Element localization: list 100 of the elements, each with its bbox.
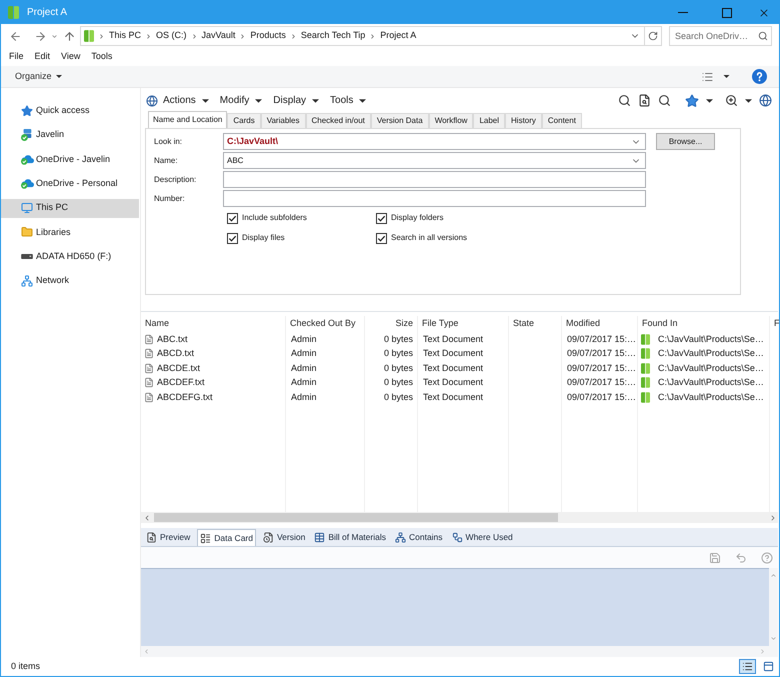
caret-icon [745,98,752,102]
breadcrumb[interactable]: JavVault [202,29,236,43]
breadcrumb[interactable]: This PC [109,29,142,43]
sidebar-item[interactable]: Network [1,272,139,291]
column-header[interactable]: F [770,316,779,332]
workflow-icon [452,532,463,543]
book-icon [641,362,650,374]
file-search-icon[interactable] [638,94,651,107]
column-header[interactable]: Found In [638,316,769,332]
column-header[interactable]: Size [365,316,417,332]
address-bar[interactable]: This PC OS (C:) JavVault Products Search Tech Tip Project A [80,26,662,46]
menu-button[interactable]: Actions [163,93,209,108]
sidebar-item[interactable]: ADATA HD650 (F:) [1,247,139,266]
breadcrumb[interactable]: Search Tech Tip [300,29,366,43]
zoom-icon[interactable] [725,94,738,107]
preview-pane-icon [763,661,774,672]
combo-box[interactable]: C:\JavVault\ [223,133,646,150]
scroll-left-icon[interactable] [143,514,151,522]
forward-icon[interactable] [34,30,47,42]
checkbox-label: Search in all versions [391,232,468,244]
checkbox[interactable] [227,212,238,224]
sidebar-item[interactable]: OneDrive - Javelin [1,150,139,169]
item-count: 0 items [11,660,40,673]
tab[interactable]: Name and Location [148,111,228,128]
table-cell-text: 0 bytes [382,362,414,375]
column-header[interactable]: File Type [418,316,508,332]
sidebar-item[interactable]: Quick access [1,101,139,120]
help-icon[interactable] [752,69,767,84]
sidebar-item[interactable]: Javelin [1,125,139,144]
menu-item[interactable]: Edit [34,50,50,64]
table-cell-text: C:\JavVault\Products\Se… [658,347,764,360]
column-header[interactable]: Modified [562,316,637,332]
view-toggle[interactable] [739,659,756,674]
globe-icon[interactable] [146,94,158,106]
cloud-icon [20,154,34,165]
menu-button[interactable]: Modify [220,93,262,108]
breadcrumb[interactable]: Project A [380,29,416,43]
recent-icon[interactable] [51,32,58,40]
tab[interactable]: Contains [392,529,445,546]
search-field[interactable]: Search OneDriv… [669,26,772,46]
tab[interactable]: Version [260,529,308,546]
text-field[interactable] [223,190,646,207]
tab[interactable]: Content [542,113,582,128]
table-cell-text: ABCDEFG.txt [157,390,213,404]
column-header[interactable]: State [509,316,561,332]
checkbox[interactable] [227,232,238,244]
breadcrumb[interactable]: Products [250,29,286,43]
menu-item[interactable]: View [61,50,80,64]
table-cell-text: Text Document [422,390,484,404]
table-cell-text: 0 bytes [382,390,414,404]
sidebar-item[interactable]: Libraries [1,222,139,242]
browse-button[interactable]: Browse... [656,133,715,150]
field-label: Look in: [153,136,184,148]
back-icon[interactable] [9,30,22,42]
drive-icon [21,254,33,260]
tab[interactable]: Checked in/out [306,113,371,128]
horizontal-scrollbar[interactable] [141,512,778,523]
checkbox[interactable] [376,232,387,244]
menu-button[interactable]: Tools [330,93,366,108]
menu-item[interactable]: Tools [91,50,112,64]
table-cell-text: Text Document [422,332,484,346]
breadcrumb[interactable]: OS (C:) [156,29,187,43]
search-icon[interactable] [758,31,768,41]
checkbox[interactable] [376,212,387,224]
column-header[interactable]: Name [141,316,285,332]
window-title: Project A [27,6,68,20]
sidebar-item[interactable]: This PC [1,198,139,218]
menu-button[interactable]: Display [273,93,320,108]
tab[interactable]: Workflow [428,113,474,128]
sidebar-item[interactable]: OneDrive - Personal [1,174,139,194]
scroll-right-icon[interactable] [769,514,777,522]
magnifier-icon[interactable] [658,94,671,107]
file-icon [144,348,154,360]
tab[interactable]: Preview [144,529,192,546]
tab[interactable]: Label [473,113,506,128]
tab[interactable]: Variables [260,113,306,128]
up-icon[interactable] [63,30,76,42]
chevron-icon [98,32,105,40]
tab[interactable]: Cards [227,113,261,128]
column-header[interactable]: Checked Out By [286,316,364,332]
organize-button[interactable]: Organize [15,70,62,84]
menu-item[interactable]: File [9,50,24,64]
tab[interactable]: Where Used [450,529,515,546]
text-field[interactable] [223,171,646,188]
table-cell-text: 0 bytes [382,332,414,346]
table-cell-text: Text Document [422,376,484,389]
scrollbar-thumb[interactable] [154,513,558,522]
tab[interactable]: Data Card [197,529,256,546]
chevron-icon [145,32,152,40]
tab[interactable]: Bill of Materials [312,529,388,546]
star-icon[interactable] [685,94,699,108]
globe-icon[interactable] [759,94,772,107]
tab[interactable]: History [505,113,542,128]
refresh-icon [648,31,658,41]
caret-icon [312,98,320,102]
magnifier-icon[interactable] [618,94,631,107]
tab[interactable]: Version Data [370,113,429,128]
combo-box[interactable]: ABC [223,152,646,169]
table-cell-text: Text Document [422,362,484,374]
cloud-icon [20,178,34,190]
